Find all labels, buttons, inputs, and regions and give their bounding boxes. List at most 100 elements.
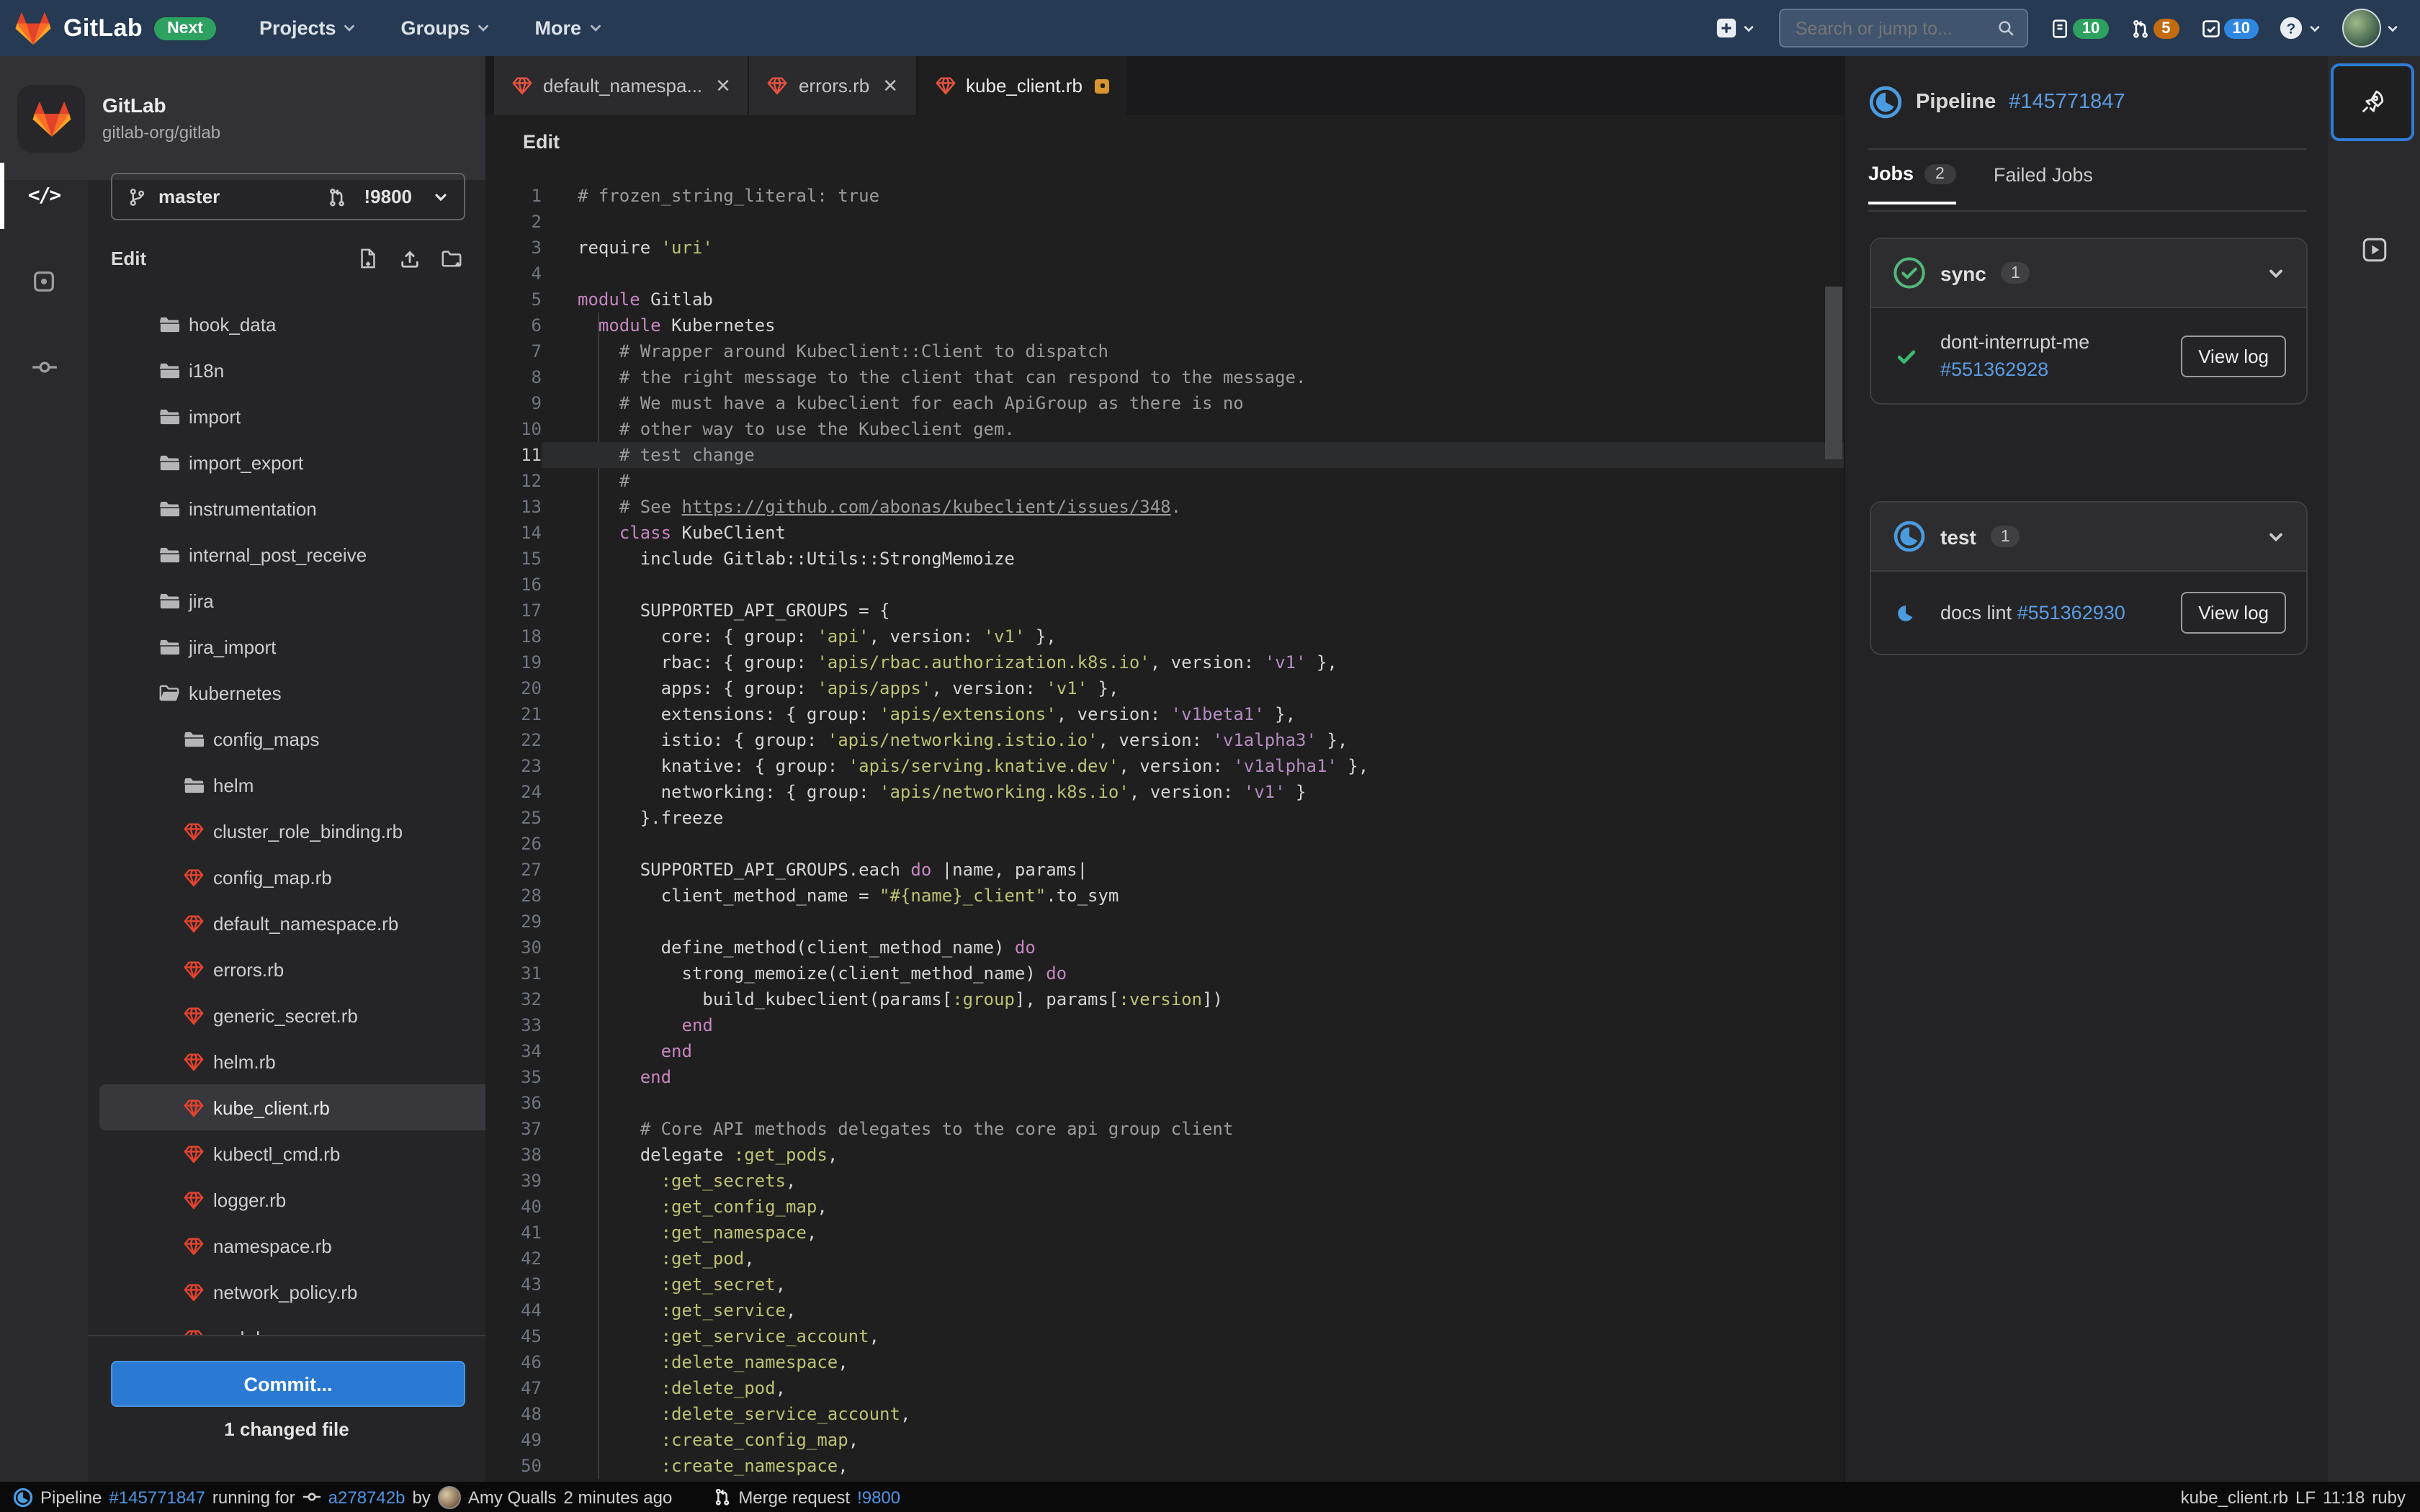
close-icon[interactable]: ✕ <box>715 74 731 97</box>
tree-item[interactable]: config_map.rb <box>99 854 485 900</box>
tree-item[interactable]: import <box>99 393 485 439</box>
merge-request-summary[interactable]: Merge request !9800 <box>712 1487 900 1507</box>
code-line[interactable]: 31 strong_memoize(client_method_name) do <box>485 960 1844 986</box>
pipeline-status-summary[interactable]: Pipeline #145771847 running for a278742b… <box>13 1485 672 1508</box>
job-id-link[interactable]: #551362930 <box>2017 602 2125 624</box>
search-box[interactable] <box>1779 9 2029 48</box>
tree-item[interactable]: kube_client.rb <box>99 1084 485 1130</box>
code-line[interactable]: 21 extensions: { group: 'apis/extensions… <box>485 701 1844 727</box>
tree-item[interactable]: helm <box>99 762 485 808</box>
code-line[interactable]: 42 :get_pod, <box>485 1246 1844 1272</box>
help-menu[interactable]: ? <box>2279 16 2322 40</box>
code-line[interactable]: 9 # We must have a kubeclient for each A… <box>485 390 1844 416</box>
tree-item[interactable]: internal_post_receive <box>99 531 485 577</box>
editor-tab[interactable]: errors.rb ✕ <box>749 56 916 115</box>
code-line[interactable]: 4 <box>485 261 1844 287</box>
nav-menu-groups[interactable]: Groups <box>401 17 492 39</box>
merge-requests-counter[interactable]: 5 <box>2130 18 2179 38</box>
code-line[interactable]: 5 module Gitlab <box>485 287 1844 312</box>
code-line[interactable]: 46 :delete_namespace, <box>485 1349 1844 1375</box>
upload-icon[interactable] <box>399 247 421 269</box>
code-line[interactable]: 25 }.freeze <box>485 805 1844 831</box>
tree-item[interactable]: kubectl_cmd.rb <box>99 1130 485 1176</box>
new-folder-icon[interactable] <box>441 247 462 269</box>
code-line[interactable]: 38 delegate :get_pods, <box>485 1142 1844 1168</box>
nav-menu-more[interactable]: More <box>535 17 604 39</box>
code-line[interactable]: 3 require 'uri' <box>485 235 1844 261</box>
tree-item[interactable]: instrumentation <box>99 485 485 531</box>
tree-item[interactable]: helm.rb <box>99 1038 485 1084</box>
tree-item[interactable]: cluster_role_binding.rb <box>99 808 485 854</box>
code-line[interactable]: 14 class KubeClient <box>485 520 1844 546</box>
code-line[interactable]: 12 # <box>485 468 1844 494</box>
search-input[interactable] <box>1792 17 1971 40</box>
code-line[interactable]: 15 include Gitlab::Utils::StrongMemoize <box>485 546 1844 572</box>
code-line[interactable]: 45 :get_service_account, <box>485 1323 1844 1349</box>
commit-mode-icon[interactable] <box>0 334 88 400</box>
status-cursor-position[interactable]: 11:18 <box>2323 1487 2365 1507</box>
tree-item[interactable]: logger.rb <box>99 1176 485 1223</box>
code-line[interactable]: 11 # test change <box>485 442 1844 468</box>
tree-item[interactable]: generic_secret.rb <box>99 992 485 1038</box>
code-line[interactable]: 32 build_kubeclient(params[:group], para… <box>485 986 1844 1012</box>
new-file-icon[interactable] <box>357 247 379 269</box>
editor-scrollbar[interactable] <box>1825 287 1842 459</box>
code-line[interactable]: 47 :delete_pod, <box>485 1375 1844 1401</box>
code-line[interactable]: 13 # See https://github.com/abonas/kubec… <box>485 494 1844 520</box>
new-menu[interactable] <box>1716 17 1757 39</box>
pipeline-panel-toggle[interactable] <box>2331 63 2414 141</box>
tree-item[interactable]: hook_data <box>99 301 485 347</box>
tree-item[interactable]: config_maps <box>99 716 485 762</box>
code-line[interactable]: 22 istio: { group: 'apis/networking.isti… <box>485 727 1844 753</box>
code-line[interactable]: 49 :create_config_map, <box>485 1427 1844 1453</box>
nav-menu-projects[interactable]: Projects <box>259 17 358 39</box>
code-line[interactable]: 26 <box>485 831 1844 857</box>
stage-header[interactable]: sync 1 <box>1871 239 2306 308</box>
code-line[interactable]: 23 knative: { group: 'apis/serving.knati… <box>485 753 1844 779</box>
tree-item[interactable]: namespace.rb <box>99 1223 485 1269</box>
status-eol[interactable]: LF <box>2295 1487 2316 1507</box>
code-line[interactable]: 48 :delete_service_account, <box>485 1401 1844 1427</box>
tree-item[interactable]: pod.rb <box>99 1315 485 1335</box>
commit-sha-link[interactable]: a278742b <box>328 1487 405 1507</box>
code-line[interactable]: 33 end <box>485 1012 1844 1038</box>
tree-item[interactable]: import_export <box>99 439 485 485</box>
code-line[interactable]: 30 define_method(client_method_name) do <box>485 935 1844 960</box>
tree-item[interactable]: i18n <box>99 347 485 393</box>
view-log-button[interactable]: View log <box>2181 335 2286 377</box>
branch-selector[interactable]: master !9800 <box>111 173 465 220</box>
code-line[interactable]: 8 # the right message to the client that… <box>485 364 1844 390</box>
gitlab-logo[interactable]: GitLab <box>14 10 143 46</box>
chevron-down-icon[interactable] <box>2266 263 2286 283</box>
tree-item[interactable]: network_policy.rb <box>99 1269 485 1315</box>
code-line[interactable]: 27 SUPPORTED_API_GROUPS.each do |name, p… <box>485 857 1844 883</box>
stage-header[interactable]: test 1 <box>1871 503 2306 572</box>
tab-failed-jobs[interactable]: Failed Jobs <box>1994 164 2093 203</box>
edit-mode-icon[interactable]: </> <box>0 163 88 229</box>
code-line[interactable]: 6 module Kubernetes <box>485 312 1844 338</box>
review-mode-icon[interactable] <box>0 248 88 314</box>
code-line[interactable]: 7 # Wrapper around Kubeclient::Client to… <box>485 338 1844 364</box>
code-line[interactable]: 18 core: { group: 'api', version: 'v1' }… <box>485 624 1844 649</box>
todos-counter[interactable]: 10 <box>2201 18 2259 38</box>
tree-item[interactable]: default_namespace.rb <box>99 900 485 946</box>
pipeline-id-link[interactable]: #145771847 <box>2009 91 2125 114</box>
code-line[interactable]: 36 <box>485 1090 1844 1116</box>
mr-id-link[interactable]: !9800 <box>857 1487 900 1507</box>
code-line[interactable]: 19 rbac: { group: 'apis/rbac.authorizati… <box>485 649 1844 675</box>
tree-item[interactable]: jira_import <box>99 624 485 670</box>
code-line[interactable]: 28 client_method_name = "#{name}_client"… <box>485 883 1844 909</box>
code-line[interactable]: 34 end <box>485 1038 1844 1064</box>
issues-counter[interactable]: 10 <box>2051 18 2109 38</box>
job-id-link[interactable]: #551362928 <box>1940 356 2089 383</box>
code-line[interactable]: 24 networking: { group: 'apis/networking… <box>485 779 1844 805</box>
code-line[interactable]: 2 <box>485 209 1844 235</box>
tree-item[interactable]: errors.rb <box>99 946 485 992</box>
user-menu[interactable] <box>2342 9 2400 48</box>
tree-item[interactable]: jira <box>99 577 485 624</box>
code-line[interactable]: 37 # Core API methods delegates to the c… <box>485 1116 1844 1142</box>
code-line[interactable]: 40 :get_config_map, <box>485 1194 1844 1220</box>
code-line[interactable]: 39 :get_secrets, <box>485 1168 1844 1194</box>
editor-tab[interactable]: default_namespa... ✕ <box>494 56 748 115</box>
tree-item[interactable]: kubernetes <box>99 670 485 716</box>
